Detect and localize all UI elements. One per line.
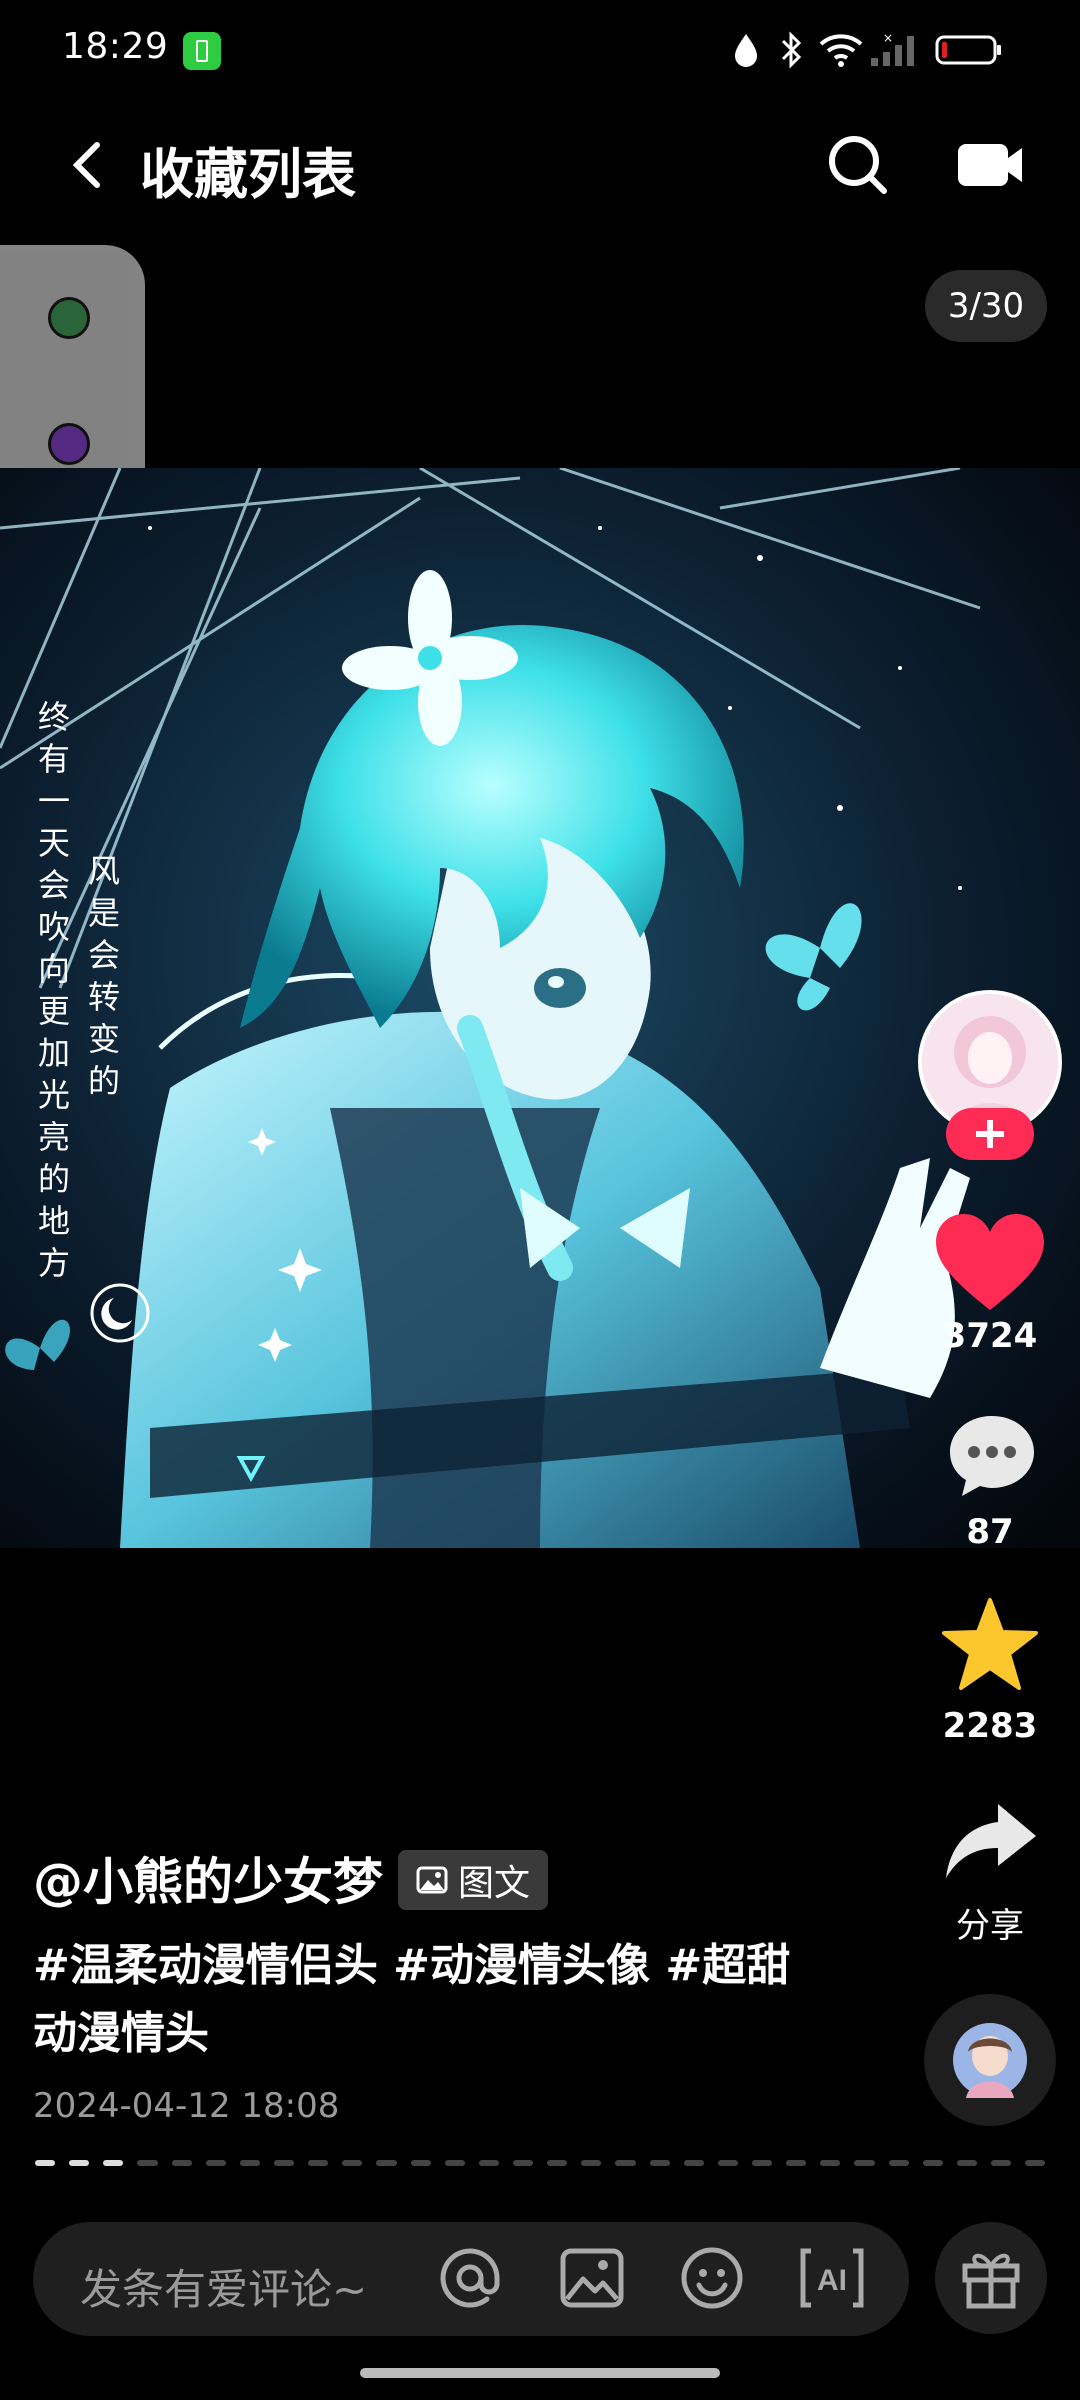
share-label: 分享 xyxy=(956,1906,1024,1946)
follow-button[interactable] xyxy=(946,1108,1034,1160)
post-date: 2024-04-12 18:08 xyxy=(33,2086,340,2126)
comment-count: 87 xyxy=(966,1512,1014,1552)
music-disc-avatar xyxy=(953,2023,1027,2098)
post-image[interactable]: 终有一天会吹向更加光亮的地方 风是会转变的 xyxy=(0,468,1080,1548)
star-icon xyxy=(942,1598,1038,1690)
image-progress-indicator xyxy=(35,2160,1046,2168)
like-button[interactable] xyxy=(932,1210,1048,1320)
like-count: 3724 xyxy=(942,1316,1038,1356)
progress-segment xyxy=(512,2160,534,2166)
progress-segment xyxy=(922,2160,943,2166)
floating-app-icon[interactable] xyxy=(48,297,90,339)
progress-segment xyxy=(649,2160,670,2166)
battery-icon xyxy=(934,30,1004,70)
status-bar: 18:29 × xyxy=(0,0,1080,100)
progress-segment xyxy=(717,2160,738,2166)
search-icon xyxy=(829,136,887,194)
svg-text:AI: AI xyxy=(817,2264,847,2297)
progress-segment xyxy=(376,2160,397,2166)
page-title: 收藏列表 xyxy=(140,143,356,206)
progress-segment xyxy=(410,2160,431,2166)
hashtags[interactable]: #温柔动漫情侣头 #动漫情头像 #超甜动漫情头 xyxy=(33,1932,793,2068)
progress-segment xyxy=(786,2160,807,2166)
author-name[interactable]: @小熊的少女梦 xyxy=(33,1842,383,1914)
comment-input[interactable]: 发条有爱评论~ xyxy=(80,2256,367,2317)
gift-icon xyxy=(962,2253,1020,2309)
svg-text:×: × xyxy=(883,32,893,45)
signal-icon: × xyxy=(868,30,924,70)
bluetooth-icon xyxy=(776,30,806,70)
progress-segment xyxy=(581,2160,602,2166)
image-icon[interactable] xyxy=(554,2240,630,2316)
progress-segment xyxy=(820,2160,841,2166)
image-overlay-text-left: 终有一天会吹向更加光亮的地方 xyxy=(37,698,70,1282)
chevron-left-icon xyxy=(72,142,100,188)
share-arrow-icon xyxy=(946,1804,1036,1878)
music-disc-button[interactable] xyxy=(924,1994,1056,2126)
favorite-button[interactable] xyxy=(940,1596,1040,1692)
progress-segment xyxy=(239,2160,260,2166)
camera-icon xyxy=(958,144,1022,186)
progress-segment xyxy=(273,2160,295,2166)
back-button[interactable] xyxy=(55,125,125,205)
progress-segment xyxy=(342,2160,363,2166)
progress-segment xyxy=(171,2160,192,2166)
post-type-label: 图文 xyxy=(458,1863,531,1904)
droplet-icon xyxy=(728,30,764,70)
progress-segment xyxy=(854,2160,875,2166)
progress-segment xyxy=(69,2160,90,2166)
progress-segment xyxy=(956,2160,977,2166)
heart-icon xyxy=(936,1214,1044,1310)
progress-segment xyxy=(751,2160,773,2166)
progress-segment xyxy=(103,2160,124,2166)
image-icon xyxy=(416,1866,448,1894)
progress-segment xyxy=(308,2160,329,2166)
progress-segment xyxy=(478,2160,499,2166)
post-type-badge: 图文 xyxy=(398,1850,549,1910)
camera-button[interactable] xyxy=(950,130,1030,200)
progress-segment xyxy=(137,2160,158,2166)
page-counter: 3/30 xyxy=(925,270,1047,342)
floating-app-icon[interactable] xyxy=(48,423,90,465)
comment-icon xyxy=(950,1416,1034,1496)
battery-saver-icon xyxy=(183,32,221,70)
progress-segment xyxy=(888,2160,909,2166)
progress-segment xyxy=(615,2160,636,2166)
progress-segment xyxy=(1025,2160,1046,2166)
at-icon[interactable] xyxy=(432,2240,508,2316)
ai-icon[interactable]: AI xyxy=(794,2240,870,2316)
search-button[interactable] xyxy=(818,125,898,205)
progress-segment xyxy=(683,2160,704,2166)
progress-segment xyxy=(35,2160,56,2166)
wifi-icon xyxy=(818,30,864,70)
progress-segment xyxy=(990,2160,1012,2166)
progress-segment xyxy=(444,2160,465,2166)
emoji-icon[interactable] xyxy=(674,2240,750,2316)
image-overlay-text-right: 风是会转变的 xyxy=(87,852,120,1100)
favorite-count: 2283 xyxy=(942,1706,1038,1746)
share-button[interactable] xyxy=(942,1798,1040,1882)
gift-button[interactable] xyxy=(935,2222,1047,2334)
progress-segment xyxy=(205,2160,226,2166)
home-indicator[interactable] xyxy=(360,2368,720,2378)
status-time: 18:29 xyxy=(62,26,169,67)
comment-button[interactable] xyxy=(946,1410,1038,1502)
progress-segment xyxy=(547,2160,568,2166)
